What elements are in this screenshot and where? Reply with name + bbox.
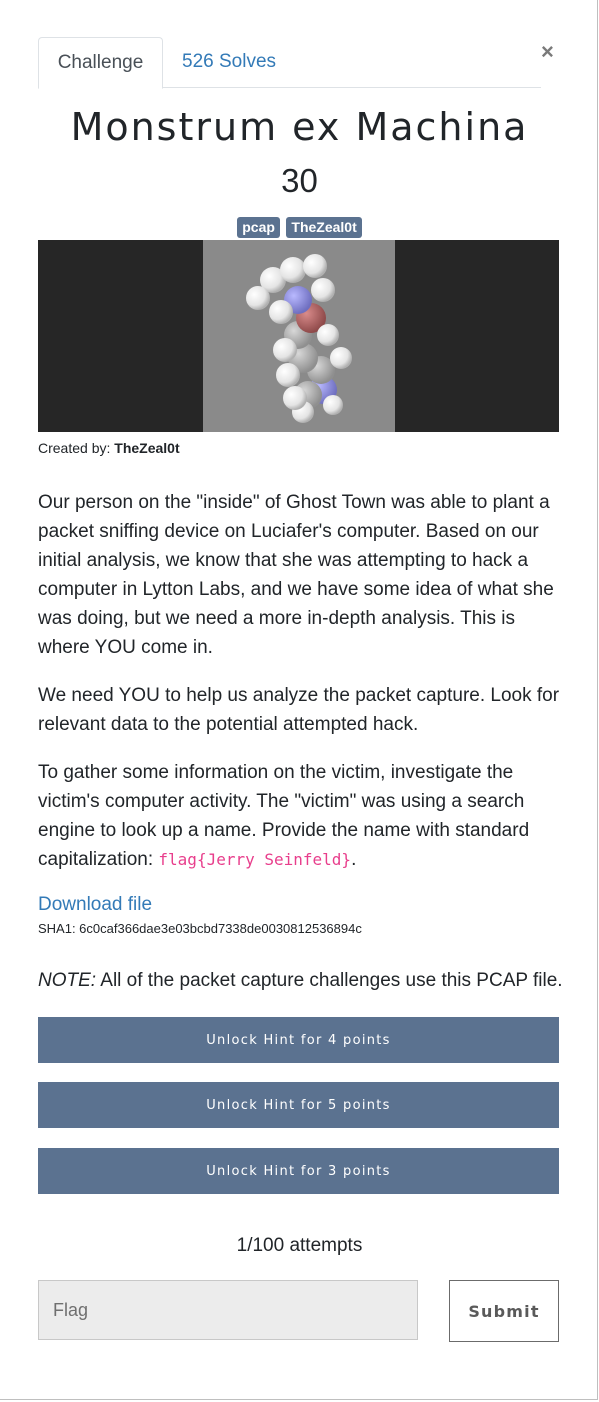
tag-badge: TheZeal0t bbox=[286, 217, 362, 238]
note-label: NOTE: bbox=[38, 970, 97, 991]
flag-input[interactable]: Flag bbox=[38, 1280, 418, 1340]
tab-bar: Challenge 526 Solves bbox=[38, 37, 541, 89]
attempts-counter: 1/100 attempts bbox=[236, 1235, 363, 1256]
description-text: . bbox=[351, 849, 357, 870]
description-paragraph: We need YOU to help us analyze the packe… bbox=[38, 685, 560, 735]
created-by-label: Created by: bbox=[38, 440, 111, 456]
flag-format-code: flag{Jerry Seinfeld} bbox=[158, 850, 352, 869]
close-button[interactable]: × bbox=[541, 38, 554, 66]
challenge-description: Our person on the "inside" of Ghost Town… bbox=[38, 488, 560, 893]
created-by: Created by: TheZeal0t bbox=[38, 440, 180, 456]
challenge-value: 30 bbox=[281, 162, 318, 199]
note-body: All of the packet capture challenges use… bbox=[96, 970, 563, 991]
file-sha1: SHA1: 6c0caf366dae3e03bcbd7338de00308125… bbox=[38, 921, 362, 936]
description-paragraph: To gather some information on the victim… bbox=[38, 758, 560, 874]
molecule-image bbox=[203, 240, 395, 432]
unlock-hint-button[interactable]: Unlock Hint for 5 points bbox=[38, 1082, 559, 1128]
challenge-modal: × Challenge 526 Solves Monstrum ex Machi… bbox=[0, 0, 598, 1400]
molecule-illustration bbox=[246, 254, 352, 423]
created-by-author: TheZeal0t bbox=[114, 440, 180, 456]
tag-badge: pcap bbox=[237, 217, 280, 238]
tab-challenge[interactable]: Challenge bbox=[38, 37, 163, 89]
challenge-image bbox=[38, 240, 559, 432]
unlock-hint-button[interactable]: Unlock Hint for 3 points bbox=[38, 1148, 559, 1194]
challenge-title: Monstrum ex Machina bbox=[70, 105, 529, 149]
description-paragraph: Our person on the "inside" of Ghost Town… bbox=[38, 492, 554, 658]
tag-list: pcap TheZeal0t bbox=[0, 217, 599, 238]
submit-button[interactable]: Submit bbox=[449, 1280, 559, 1342]
unlock-hint-button[interactable]: Unlock Hint for 4 points bbox=[38, 1017, 559, 1063]
download-file-link[interactable]: Download file bbox=[38, 894, 152, 916]
tab-solves[interactable]: 526 Solves bbox=[182, 37, 276, 86]
note-text: NOTE: All of the packet capture challeng… bbox=[38, 970, 563, 992]
